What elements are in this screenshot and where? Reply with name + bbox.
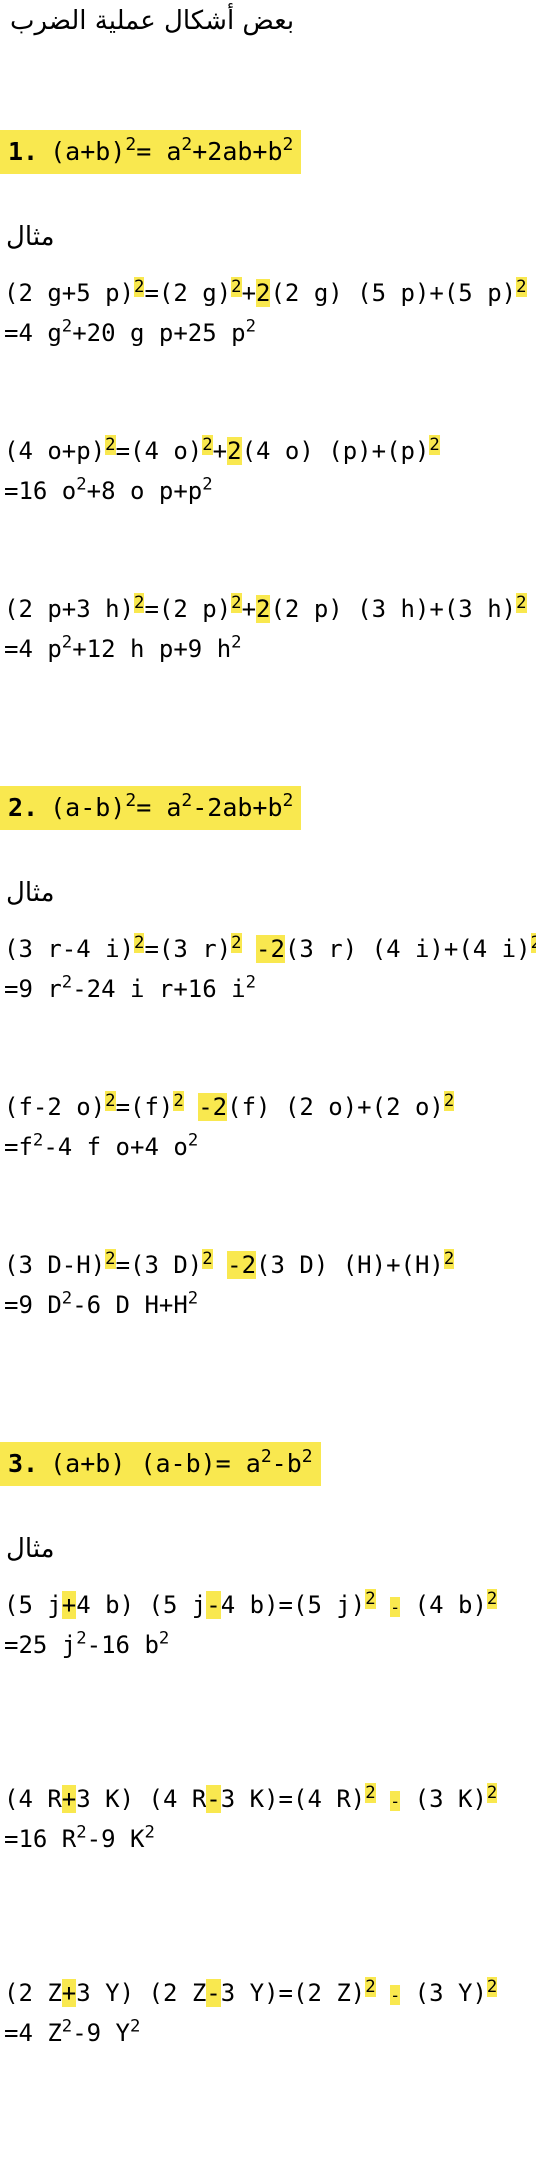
example-result-line: =4 Z2-9 Y2 bbox=[4, 2016, 141, 2047]
example-line: (2 Z+3 Y) (2 Z-3 Y)=(2 Z)2 - (3 Y)2 bbox=[4, 1976, 498, 2007]
page-title: بعض أشكال عملية الضرب bbox=[10, 6, 295, 36]
example-result-line: =16 R2-9 K2 bbox=[4, 1822, 155, 1853]
example-result-line: =f2-4 f o+4 o2 bbox=[4, 1130, 199, 1161]
formula-difference-of-squares: 3. (a+b) (a-b)= a2-b2 bbox=[0, 1442, 321, 1486]
example-result-line: =9 D2-6 D H+H2 bbox=[4, 1288, 199, 1319]
example-result-line: =16 o2+8 o p+p2 bbox=[4, 474, 213, 505]
example-line: (3 r-4 i)2=(3 r)2 -2(3 r) (4 i)+(4 i)2 bbox=[4, 932, 536, 966]
formula-number: 3. bbox=[8, 1449, 39, 1478]
formula-square-of-difference: 2. (a-b)2= a2-2ab+b2 bbox=[0, 786, 302, 830]
example-label: مثال bbox=[6, 878, 55, 908]
page: بعض أشكال عملية الضرب 1. (a+b)2= a2+2ab+b… bbox=[0, 0, 536, 2158]
example-line: (5 j+4 b) (5 j-4 b)=(5 j)2 - (4 b)2 bbox=[4, 1588, 498, 1619]
example-line: (3 D-H)2=(3 D)2 -2(3 D) (H)+(H)2 bbox=[4, 1248, 455, 1279]
example-result-line: =9 r2-24 i r+16 i2 bbox=[4, 972, 256, 1003]
example-label: مثال bbox=[6, 222, 55, 252]
formula-number: 1. bbox=[8, 137, 39, 166]
example-label: مثال bbox=[6, 1534, 55, 1564]
example-line: (f-2 o)2=(f)2 -2(f) (2 o)+(2 o)2 bbox=[4, 1090, 455, 1121]
example-result-line: =4 p2+12 h p+9 h2 bbox=[4, 632, 242, 663]
example-line: (2 p+3 h)2=(2 p)2+2(2 p) (3 h)+(3 h)2 bbox=[4, 592, 527, 623]
example-line: (4 o+p)2=(4 o)2+2(4 o) (p)+(p)2 bbox=[4, 434, 440, 465]
example-result-line: =25 j2-16 b2 bbox=[4, 1628, 170, 1659]
example-line: (4 R+3 K) (4 R-3 K)=(4 R)2 - (3 K)2 bbox=[4, 1782, 498, 1813]
formula-number: 2. bbox=[8, 793, 39, 822]
formula-square-of-sum: 1. (a+b)2= a2+2ab+b2 bbox=[0, 130, 302, 174]
example-line: (2 g+5 p)2=(2 g)2+2(2 g) (5 p)+(5 p)2 bbox=[4, 276, 527, 307]
example-result-line: =4 g2+20 g p+25 p2 bbox=[4, 316, 256, 347]
